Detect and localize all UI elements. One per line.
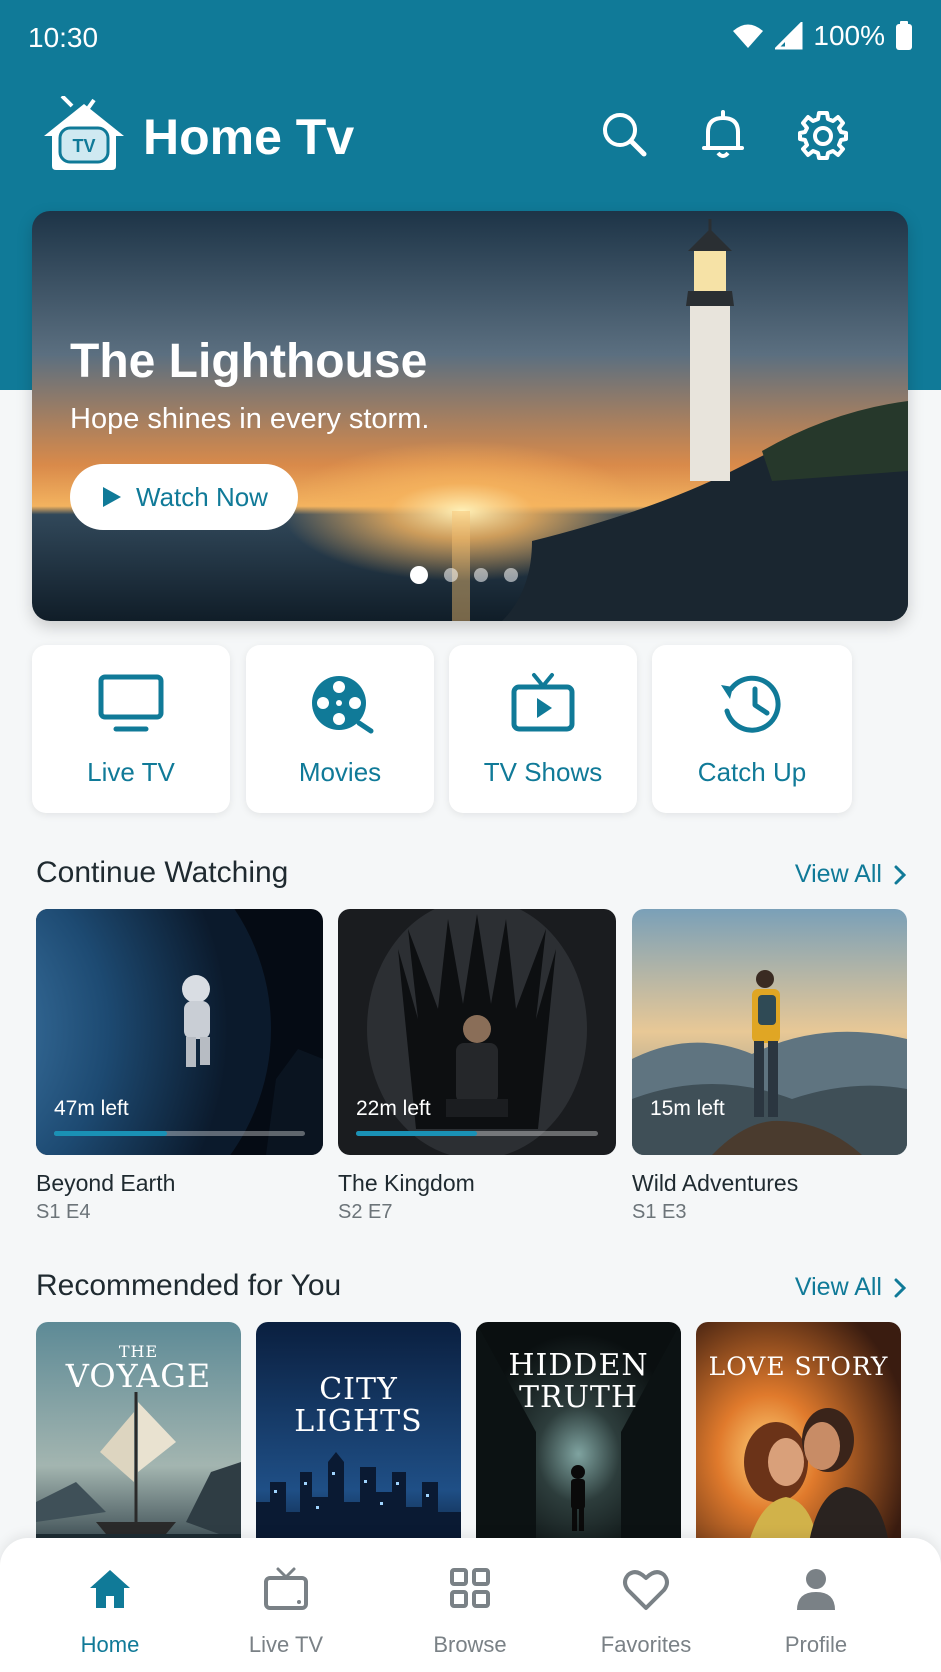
view-all-label: View All <box>794 860 882 888</box>
time-left: 47m left <box>54 1097 129 1120</box>
app-header: TV Home Tv <box>0 90 941 180</box>
section-title: Continue Watching <box>36 856 289 889</box>
section-title: Recommended for You <box>36 1269 342 1302</box>
battery-percent: 100% <box>813 20 885 51</box>
category-label: Catch Up <box>697 757 807 787</box>
poster-title: HIDDEN <box>508 1348 649 1383</box>
episode-label: S2 E7 <box>338 1201 393 1223</box>
continue-card-beyond-earth[interactable]: 47m left <box>36 909 323 1155</box>
progress-fill <box>54 1131 167 1136</box>
continue-card-wild-adventures[interactable]: 15m left <box>632 909 907 1155</box>
progress-bar <box>356 1131 598 1136</box>
carousel-dot[interactable] <box>444 568 458 582</box>
poster-title: CITY <box>319 1372 398 1407</box>
poster-title: VOYAGE <box>65 1357 212 1395</box>
person-icon <box>797 1569 835 1610</box>
category-movies[interactable]: Movies <box>246 645 434 813</box>
battery-icon <box>896 21 912 50</box>
home-tv-logo-icon[interactable]: TV <box>38 96 130 174</box>
nav-label: Profile <box>784 1632 848 1657</box>
carousel-dot[interactable] <box>474 568 488 582</box>
category-label: Movies <box>298 757 382 787</box>
nav-label: Home <box>80 1632 140 1657</box>
hero-subtitle: Hope shines in every storm. <box>70 403 430 435</box>
nav-label: Favorites <box>600 1632 692 1657</box>
show-title: Wild Adventures <box>632 1170 799 1196</box>
carousel-dots <box>410 566 518 584</box>
hero-banner[interactable]: The Lighthouse Hope shines in every stor… <box>32 211 908 621</box>
progress-bar <box>54 1131 305 1136</box>
episode-label: S1 E3 <box>632 1201 687 1223</box>
film-reel-icon <box>312 676 374 734</box>
history-icon <box>721 675 781 733</box>
watch-now-label: Watch Now <box>136 481 268 512</box>
continue-card-the-kingdom[interactable]: 22m left <box>338 909 616 1155</box>
home-icon <box>90 1570 130 1608</box>
view-all-link[interactable]: View All <box>795 860 906 889</box>
settings-button[interactable] <box>796 108 850 162</box>
nav-label: Live TV <box>248 1632 324 1657</box>
search-icon <box>603 113 647 157</box>
bell-icon <box>702 110 744 158</box>
poster-title: TRUTH <box>518 1380 639 1415</box>
category-tv-shows[interactable]: TV Shows <box>449 645 637 813</box>
carousel-dot[interactable] <box>410 566 428 584</box>
signal-icon <box>775 22 803 50</box>
view-all-link[interactable]: View All <box>795 1273 906 1302</box>
poster-title: LOVE STORY <box>708 1352 889 1381</box>
bottom-navigation: Home Live TV Browse Favorites Profile <box>0 1538 941 1672</box>
category-label: TV Shows <box>483 757 603 787</box>
carousel-dot[interactable] <box>504 568 518 582</box>
app-title: Home Tv <box>143 109 355 165</box>
status-time: 10:30 <box>28 22 99 53</box>
nav-profile[interactable]: Profile <box>746 1566 886 1666</box>
hero-title: The Lighthouse <box>70 335 428 388</box>
recommended-card-the-voyage[interactable]: THE VOYAGE <box>36 1322 241 1562</box>
time-left: 15m left <box>650 1097 725 1120</box>
progress-fill <box>356 1131 477 1136</box>
view-all-label: View All <box>794 1273 882 1301</box>
play-icon <box>103 487 121 507</box>
status-icons: 100% <box>731 20 913 52</box>
wifi-icon <box>733 24 764 48</box>
monitor-icon <box>98 674 164 732</box>
tv-icon <box>264 1567 308 1610</box>
chevron-right-icon <box>894 1278 906 1297</box>
chevron-right-icon <box>894 865 906 884</box>
show-title: The Kingdom <box>338 1170 475 1196</box>
poster-title: LIGHTS <box>294 1404 423 1439</box>
time-left: 22m left <box>356 1097 431 1120</box>
category-live-tv[interactable]: Live TV <box>32 645 230 813</box>
category-label: Live TV <box>87 757 175 787</box>
category-row: Live TV Movies TV Shows Catch Up <box>32 645 908 813</box>
nav-browse[interactable]: Browse <box>400 1566 540 1666</box>
grid-icon <box>450 1568 490 1608</box>
watch-now-button[interactable]: Watch Now <box>70 464 298 530</box>
episode-label: S1 E4 <box>36 1201 91 1223</box>
poster-city <box>256 1322 461 1562</box>
nav-live-tv[interactable]: Live TV <box>216 1566 356 1666</box>
status-bar: 10:30 100% <box>0 0 941 76</box>
recommended-card-hidden-truth[interactable]: HIDDEN TRUTH <box>476 1322 681 1562</box>
search-button[interactable] <box>598 108 652 162</box>
continue-watching-header: Continue Watching View All <box>36 856 906 896</box>
logo-text: TV <box>72 136 95 156</box>
recommended-card-love-story[interactable]: LOVE STORY <box>696 1322 901 1562</box>
nav-favorites[interactable]: Favorites <box>576 1566 716 1666</box>
gear-icon <box>798 111 848 160</box>
nav-label: Browse <box>433 1632 507 1657</box>
recommended-header: Recommended for You View All <box>36 1269 906 1309</box>
tv-play-icon <box>511 673 575 732</box>
heart-icon <box>623 1570 669 1610</box>
nav-home[interactable]: Home <box>40 1566 180 1666</box>
category-catch-up[interactable]: Catch Up <box>652 645 852 813</box>
recommended-card-city-lights[interactable]: CITY LIGHTS <box>256 1322 461 1562</box>
show-title: Beyond Earth <box>36 1170 176 1196</box>
notifications-button[interactable] <box>696 108 750 162</box>
